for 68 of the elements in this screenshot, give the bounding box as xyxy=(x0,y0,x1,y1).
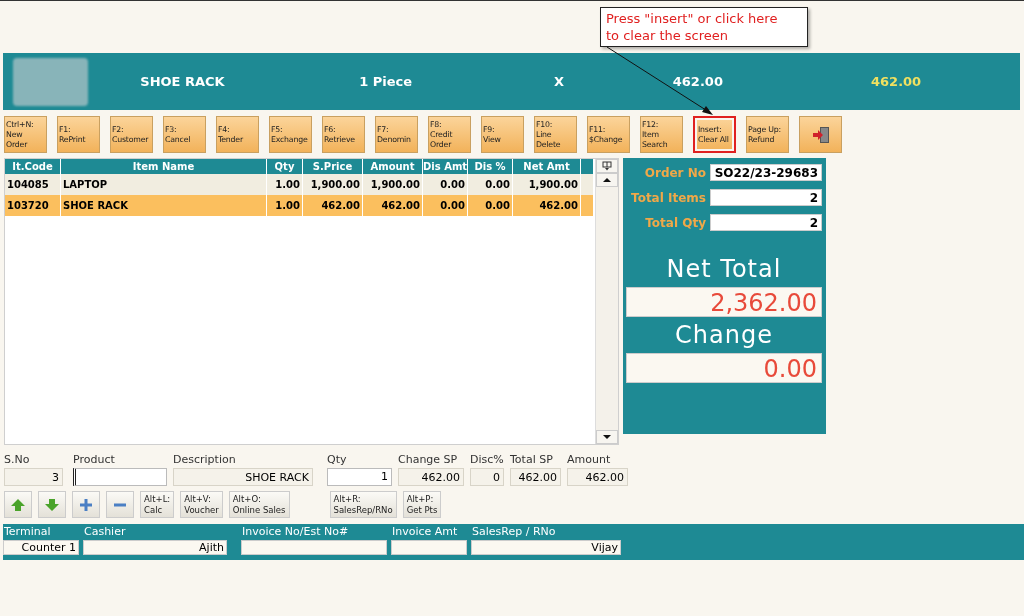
field-label: Total SP xyxy=(510,453,554,468)
table-cell: 462.00 xyxy=(303,195,363,216)
readonly-field: 0 xyxy=(470,468,504,486)
move-up-button[interactable] xyxy=(4,491,32,518)
add-button[interactable] xyxy=(72,491,100,518)
table-cell: 0.00 xyxy=(423,195,468,216)
net-total-label: Net Total xyxy=(665,255,783,283)
banner-multiplier: X xyxy=(553,74,566,89)
readonly-field: 462.00 xyxy=(398,468,464,486)
plus-icon xyxy=(79,497,93,512)
readonly-field: 462.00 xyxy=(567,468,628,486)
summary-value: 2 xyxy=(710,214,822,231)
summary-label: Order No xyxy=(644,165,706,180)
summary-value: 2 xyxy=(710,189,822,206)
summary-label: Total Qty xyxy=(645,215,706,230)
field-label: Amount xyxy=(567,453,612,468)
status-label: Invoice No/Est No# xyxy=(241,524,350,540)
summary-value: SO22/23-29683 xyxy=(710,164,822,181)
action-button[interactable]: Alt+P: Get Pts xyxy=(402,491,442,518)
field-label: Qty xyxy=(327,453,348,468)
change-label: Change xyxy=(674,321,774,349)
summary-label: Total Items xyxy=(631,190,706,205)
banner-price: 462.00 xyxy=(671,74,724,89)
status-label: Invoice Amt xyxy=(391,524,459,540)
status-label: Terminal xyxy=(3,524,52,540)
down-arrow-icon xyxy=(44,496,60,513)
status-value: Counter 1 xyxy=(3,540,79,555)
scroll-down-icon[interactable] xyxy=(596,430,618,444)
net-total-value: 2,362.00 xyxy=(626,287,822,317)
column-chooser-icon[interactable] xyxy=(596,159,618,173)
table-row[interactable]: 103720 SHOE RACK 1.00 462.00 462.00 0.00 0.00 462.00 xyxy=(5,195,593,216)
change-value: 0.00 xyxy=(626,353,822,383)
table-cell: 462.00 xyxy=(513,195,581,216)
action-button[interactable]: Alt+R: SalesRep/RNo xyxy=(329,491,397,518)
action-button[interactable]: Alt+L: Calc xyxy=(140,491,175,518)
table-cell: 1.00 xyxy=(267,195,303,216)
table-row[interactable]: 104085 LAPTOP 1.00 1,900.00 1,900.00 0.00 0.00 1,900.00 xyxy=(5,174,593,195)
exit-icon xyxy=(811,125,830,144)
table-cell: 103720 xyxy=(5,195,61,216)
status-value: Vijay xyxy=(471,540,621,555)
action-button[interactable]: Alt+V: Voucher xyxy=(180,491,223,518)
field-label: Description xyxy=(173,453,237,468)
table-cell: SHOE RACK xyxy=(61,195,267,216)
banner-item: SHOE RACK xyxy=(139,74,226,89)
status-label: SalesRep / RNo xyxy=(471,524,557,540)
field-label: Change SP xyxy=(398,453,459,468)
banner-quantity: 1 Piece xyxy=(358,74,414,89)
field-label: S.No xyxy=(4,453,31,468)
table-cell: 0.00 xyxy=(468,195,513,216)
field-label: Disc% xyxy=(470,453,504,468)
move-down-button[interactable] xyxy=(38,491,66,518)
input-field[interactable] xyxy=(73,468,167,486)
remove-button[interactable] xyxy=(106,491,134,518)
banner-total: 462.00 xyxy=(870,74,923,89)
action-button[interactable]: Alt+O: Online Sales xyxy=(228,491,290,518)
readonly-field: SHOE RACK xyxy=(173,468,313,486)
readonly-field: 462.00 xyxy=(510,468,561,486)
table-cell: 462.00 xyxy=(363,195,423,216)
status-label: Cashier xyxy=(83,524,127,540)
callout-box: Press "insert" or click here to clear the screen xyxy=(600,7,808,47)
readonly-field: 3 xyxy=(4,468,63,486)
status-value: Ajith xyxy=(83,540,227,555)
field-label: Product xyxy=(73,453,116,468)
scroll-up-icon[interactable] xyxy=(596,173,618,187)
scrollbar[interactable] xyxy=(595,159,618,444)
input-field[interactable]: 1 xyxy=(327,468,392,486)
up-arrow-icon xyxy=(10,496,26,513)
exit-button[interactable] xyxy=(799,116,842,153)
